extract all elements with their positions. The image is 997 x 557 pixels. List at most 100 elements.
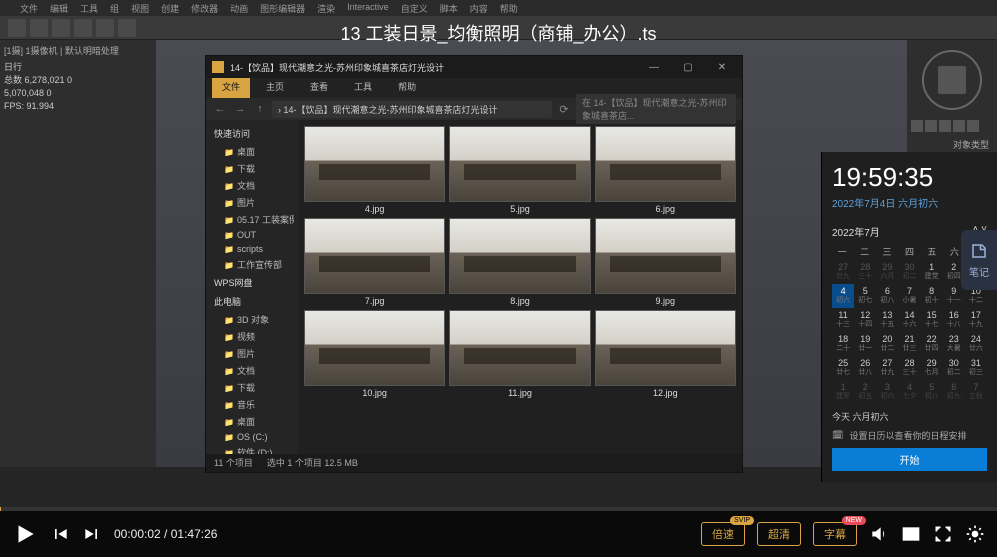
sidebar-item[interactable]: 图片 [210,345,294,362]
nav-up-icon[interactable]: ↑ [252,103,268,115]
calendar-day[interactable]: 17十九 [965,308,987,332]
menu-item[interactable]: 工具 [80,2,98,14]
sidebar-item[interactable]: 图片 [210,194,294,211]
calendar-day[interactable]: 7小暑 [898,284,920,308]
calendar-day[interactable]: 30初二 [898,260,920,284]
menu-item[interactable]: 帮助 [500,2,518,14]
calendar-day[interactable]: 12十四 [854,308,876,332]
calendar-day[interactable]: 13十五 [876,308,898,332]
refresh-icon[interactable]: ⟳ [556,103,572,116]
prev-button[interactable] [50,524,70,544]
calendar-day[interactable]: 8初十 [921,284,943,308]
calendar-month[interactable]: 2022年7月 [832,224,880,239]
calendar-day[interactable]: 3初六 [876,380,898,404]
calendar-day[interactable]: 5初七 [854,284,876,308]
calendar-day[interactable]: 5初八 [921,380,943,404]
calendar-day[interactable]: 19廿一 [854,332,876,356]
volume-button[interactable] [869,524,889,544]
fullscreen-button[interactable] [933,524,953,544]
minimize-button[interactable]: — [640,58,668,76]
sidebar-item[interactable]: 视频 [210,328,294,345]
next-button[interactable] [82,524,102,544]
sidebar-item[interactable]: 下载 [210,160,294,177]
sidebar-item[interactable]: 文档 [210,177,294,194]
speed-button[interactable]: 倍速SVIP [701,522,745,546]
calendar-day[interactable]: 11十三 [832,308,854,332]
sidebar-item[interactable]: 桌面 [210,413,294,430]
close-button[interactable]: ✕ [708,58,736,76]
calendar-day[interactable]: 1建党 [921,260,943,284]
calendar-day[interactable]: 28三十 [898,356,920,380]
file-thumbnail[interactable]: 6.jpg [595,126,736,214]
tab-view[interactable]: 查看 [300,78,338,98]
calendar-day[interactable]: 6初九 [943,380,965,404]
calendar-day[interactable]: 26廿八 [854,356,876,380]
calendar-start-button[interactable]: 开始 [832,448,987,471]
sidebar-quick-access[interactable]: 快速访问 [210,124,294,143]
sidebar-thispc[interactable]: 此电脑 [210,292,294,311]
menu-item[interactable]: 组 [110,2,119,14]
subtitle-button[interactable]: 字幕NEW [813,522,857,546]
swatch[interactable] [939,120,951,132]
calendar-day[interactable]: 28三十 [854,260,876,284]
sidebar-item[interactable]: 软件 (D:) [210,444,294,454]
sidebar-item[interactable]: OS (C:) [210,430,294,444]
menu-item[interactable]: 脚本 [440,2,458,14]
calendar-day[interactable]: 2初五 [854,380,876,404]
file-thumbnail[interactable]: 7.jpg [304,218,445,306]
viewcube-icon[interactable] [922,50,982,110]
notes-side-button[interactable]: 笔记 [961,230,997,290]
calendar-day[interactable]: 20廿二 [876,332,898,356]
calendar-day[interactable]: 27廿九 [876,356,898,380]
sidebar-item[interactable]: scripts [210,242,294,256]
calendar-day[interactable]: 29七月 [921,356,943,380]
menu-item[interactable]: 文件 [20,2,38,14]
calendar-day[interactable]: 27廿九 [832,260,854,284]
calendar-day[interactable]: 30初二 [943,356,965,380]
sidebar-item[interactable]: 05.17 工装案例PS [210,211,294,228]
swatch[interactable] [911,120,923,132]
menu-item[interactable]: Interactive [347,2,389,14]
nav-fwd-icon[interactable]: → [232,103,248,115]
menu-item[interactable]: 修改器 [191,2,218,14]
sidebar-item[interactable]: OUT [210,228,294,242]
sidebar-item[interactable]: 工作宣传部 [210,256,294,273]
tab-home[interactable]: 主页 [256,78,294,98]
swatch[interactable] [925,120,937,132]
sidebar-item[interactable]: 下载 [210,379,294,396]
calendar-day[interactable]: 29六月 [876,260,898,284]
explorer-titlebar[interactable]: 14-【饮品】现代潮意之光-苏州印象城喜茶店灯光设计 — ▢ ✕ [206,56,742,78]
file-thumbnail[interactable]: 5.jpg [449,126,590,214]
tab-file[interactable]: 文件 [212,78,250,98]
progress-bar[interactable] [0,507,997,511]
sidebar-item[interactable]: 3D 对象 [210,311,294,328]
calendar-today-line[interactable]: 今天 六月初六 [832,410,987,423]
calendar-day[interactable]: 24廿六 [965,332,987,356]
swatch[interactable] [967,120,979,132]
calendar-day[interactable]: 15十七 [921,308,943,332]
calendar-day[interactable]: 14十六 [898,308,920,332]
breadcrumb[interactable]: › 14-【饮品】现代潮意之光-苏州印象城喜茶店灯光设计 [272,101,552,118]
tab-tools[interactable]: 工具 [344,78,382,98]
calendar-day[interactable]: 22廿四 [921,332,943,356]
calendar-day[interactable]: 4七夕 [898,380,920,404]
swatch[interactable] [953,120,965,132]
maximize-button[interactable]: ▢ [674,58,702,76]
tab-help[interactable]: 帮助 [388,78,426,98]
clock-date[interactable]: 2022年7月4日 六月初六 [832,195,987,210]
quality-button[interactable]: 超清 [757,522,801,546]
sidebar-wps[interactable]: WPS网盘 [210,273,294,292]
file-thumbnail[interactable]: 4.jpg [304,126,445,214]
calendar-day[interactable]: 4初六 [832,284,854,308]
calendar-day[interactable]: 23大暑 [943,332,965,356]
calendar-day[interactable]: 21廿三 [898,332,920,356]
calendar-day[interactable]: 16十八 [943,308,965,332]
file-thumbnail[interactable]: 9.jpg [595,218,736,306]
sidebar-item[interactable]: 桌面 [210,143,294,160]
settings-button[interactable] [965,524,985,544]
menu-item[interactable]: 动画 [230,2,248,14]
file-thumbnail[interactable]: 10.jpg [304,310,445,398]
calendar-day[interactable]: 1建军 [832,380,854,404]
calendar-day[interactable]: 7立秋 [965,380,987,404]
menu-item[interactable]: 自定义 [401,2,428,14]
